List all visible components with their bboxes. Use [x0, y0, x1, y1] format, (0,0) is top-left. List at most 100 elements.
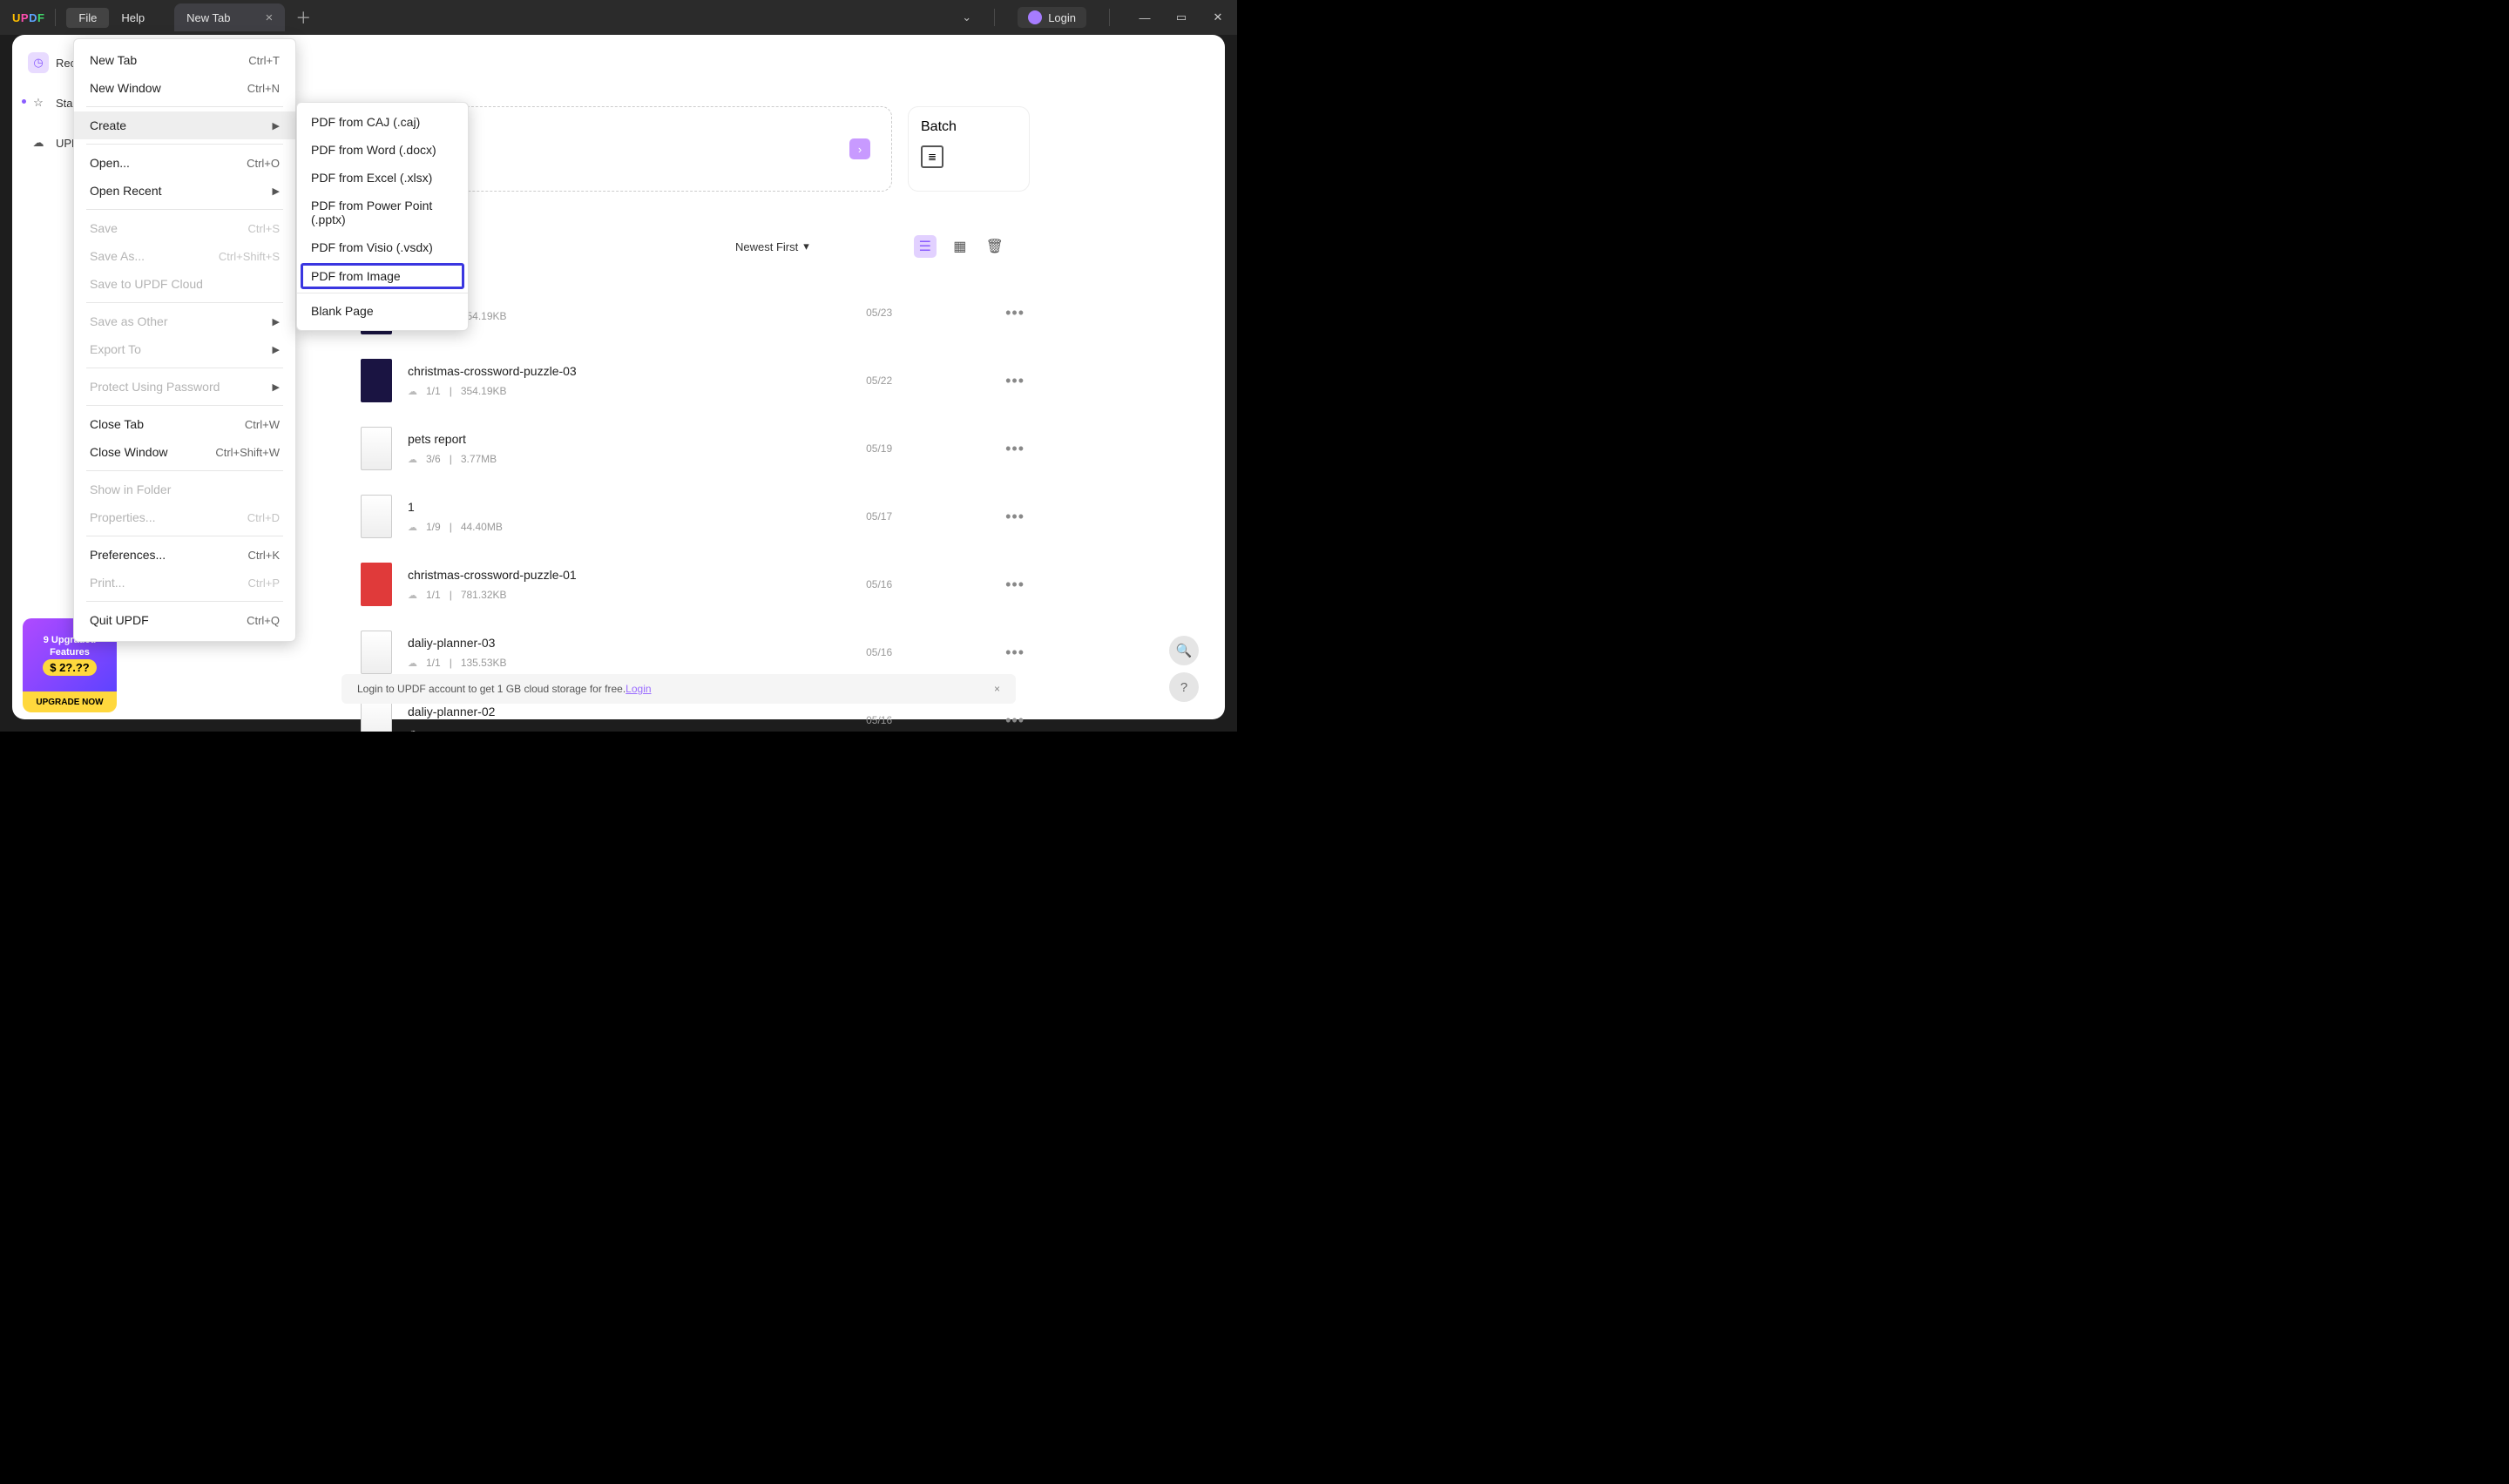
star-icon: ☆: [28, 92, 49, 113]
menu-shortcut: Ctrl+N: [247, 82, 280, 95]
menu-item-label: Print...: [90, 576, 125, 590]
menu-item[interactable]: Create▶: [74, 111, 295, 139]
menu-help[interactable]: Help: [109, 8, 157, 28]
menu-item[interactable]: Open...Ctrl+O: [74, 149, 295, 177]
menu-separator: [86, 209, 283, 210]
file-thumbnail: [361, 359, 392, 402]
chevron-right-icon: ▶: [273, 381, 280, 393]
meta-sep: |: [450, 521, 452, 533]
create-submenu: PDF from CAJ (.caj)PDF from Word (.docx)…: [296, 102, 469, 331]
grid-view-icon[interactable]: ▦: [949, 235, 971, 258]
file-row[interactable]: 1 ☁ 1/9 | 44.40MB 05/17 •••: [361, 482, 1025, 550]
submenu-item[interactable]: PDF from Image: [301, 263, 464, 289]
promo-cta[interactable]: UPGRADE NOW: [23, 691, 117, 712]
menu-separator: [86, 470, 283, 471]
menu-item: Print... Ctrl+P: [74, 569, 295, 597]
trash-icon[interactable]: 🗑: [984, 235, 1006, 258]
file-info: 1 ☁ 1/9 | 44.40MB: [408, 500, 503, 533]
window-close[interactable]: ✕: [1206, 10, 1230, 24]
menu-item[interactable]: Close Window Ctrl+Shift+W: [74, 438, 295, 466]
more-icon[interactable]: •••: [1005, 576, 1025, 594]
menu-shortcut: Ctrl+Shift+S: [219, 250, 280, 263]
meta-sep: |: [450, 657, 452, 669]
more-icon[interactable]: •••: [1005, 372, 1025, 390]
menu-separator: [86, 405, 283, 406]
menu-item[interactable]: New Window Ctrl+N: [74, 74, 295, 102]
menu-file[interactable]: File: [66, 8, 109, 28]
window-minimize[interactable]: —: [1133, 11, 1157, 24]
file-thumbnail: [361, 563, 392, 606]
menu-item-label: Close Window: [90, 445, 167, 459]
login-banner: Login to UPDF account to get 1 GB cloud …: [342, 674, 1016, 704]
banner-close-icon[interactable]: ×: [994, 683, 1000, 695]
new-tab-button[interactable]: ＋: [295, 6, 311, 29]
more-icon[interactable]: •••: [1005, 508, 1025, 526]
file-name: pets report: [408, 432, 497, 446]
menu-item-label: Quit UPDF: [90, 613, 149, 627]
arrow-right-icon[interactable]: ›: [849, 138, 870, 159]
menu-item: Protect Using Password ▶: [74, 373, 295, 401]
menu-separator: [86, 144, 283, 145]
more-icon[interactable]: •••: [1005, 304, 1025, 322]
menu-item-label: Export To: [90, 342, 141, 356]
cloud-sync-icon: ☁: [408, 658, 417, 669]
submenu-item[interactable]: PDF from Word (.docx): [297, 136, 468, 164]
submenu-item[interactable]: PDF from CAJ (.caj): [297, 108, 468, 136]
file-info: pets report ☁ 3/6 | 3.77MB: [408, 432, 497, 465]
more-icon[interactable]: •••: [1005, 644, 1025, 662]
more-icon[interactable]: •••: [1005, 712, 1025, 730]
file-size: 3.77MB: [461, 453, 497, 465]
chevron-down-icon[interactable]: ⌄: [962, 10, 971, 24]
login-button[interactable]: Login: [1018, 7, 1086, 28]
menu-item-label: Save as Other: [90, 314, 168, 328]
menu-item-label: New Window: [90, 81, 161, 95]
submenu-item[interactable]: PDF from Power Point (.pptx): [297, 192, 468, 233]
submenu-item[interactable]: PDF from Excel (.xlsx): [297, 164, 468, 192]
file-menu: New TabCtrl+T New Window Ctrl+N Create▶ Open…: [73, 38, 296, 642]
more-icon[interactable]: •••: [1005, 440, 1025, 458]
menu-item[interactable]: Quit UPDFCtrl+Q: [74, 606, 295, 634]
menu-shortcut: Ctrl+Shift+W: [215, 446, 280, 459]
file-name: christmas-crossword-puzzle-03: [408, 364, 577, 378]
clock-icon: ◷: [28, 52, 49, 73]
file-row[interactable]: christmas-crossword-puzzle-01 ☁ 1/1 | 78…: [361, 550, 1025, 618]
file-row[interactable]: christmas-crossword-puzzle-03 ☁ 1/1 | 35…: [361, 347, 1025, 415]
menu-separator: [86, 601, 283, 602]
window-maximize[interactable]: ▭: [1169, 10, 1194, 24]
help-fab[interactable]: ?: [1169, 672, 1199, 702]
file-thumbnail: [361, 631, 392, 674]
list-view-icon[interactable]: ☰: [914, 235, 937, 258]
search-fab[interactable]: 🔍: [1169, 636, 1199, 665]
file-info: christmas-crossword-puzzle-01 ☁ 1/1 | 78…: [408, 568, 577, 601]
meta-sep: |: [450, 453, 452, 465]
meta-sep: |: [450, 385, 452, 397]
file-pages: 1/9: [426, 521, 441, 533]
file-name: christmas-crossword-puzzle-01: [408, 568, 577, 582]
menu-item[interactable]: New TabCtrl+T: [74, 46, 295, 74]
file-date: 05/17: [866, 510, 1005, 523]
chevron-right-icon: ▶: [273, 186, 280, 197]
file-info: daliy-planner-02 ☁: [408, 705, 495, 732]
file-name: daliy-planner-03: [408, 636, 507, 650]
file-date: 05/22: [866, 374, 1005, 387]
separator: [994, 9, 995, 26]
cloud-sync-icon: ☁: [408, 522, 417, 533]
sort-label: Newest First: [735, 240, 798, 253]
submenu-item[interactable]: Blank Page: [297, 297, 468, 325]
menu-item-label: Protect Using Password: [90, 380, 220, 394]
file-size: 781.32KB: [461, 589, 507, 601]
batch-card[interactable]: Batch ≣: [908, 106, 1030, 192]
cloud-sync-icon: ☁: [408, 454, 417, 465]
menu-item[interactable]: Close TabCtrl+W: [74, 410, 295, 438]
banner-login-link[interactable]: Login: [626, 683, 651, 695]
sort-dropdown[interactable]: Newest First ▾: [735, 239, 809, 253]
menu-item[interactable]: Open Recent▶: [74, 177, 295, 205]
submenu-item[interactable]: PDF from Visio (.vsdx): [297, 233, 468, 261]
menu-shortcut: Ctrl+P: [248, 577, 280, 590]
tab[interactable]: New Tab ×: [174, 3, 285, 31]
menu-item[interactable]: Preferences...Ctrl+K: [74, 541, 295, 569]
file-name: 1: [408, 500, 503, 514]
file-row[interactable]: pets report ☁ 3/6 | 3.77MB 05/19 •••: [361, 415, 1025, 482]
tab-close-icon[interactable]: ×: [265, 10, 273, 25]
menu-item: SaveCtrl+S: [74, 214, 295, 242]
